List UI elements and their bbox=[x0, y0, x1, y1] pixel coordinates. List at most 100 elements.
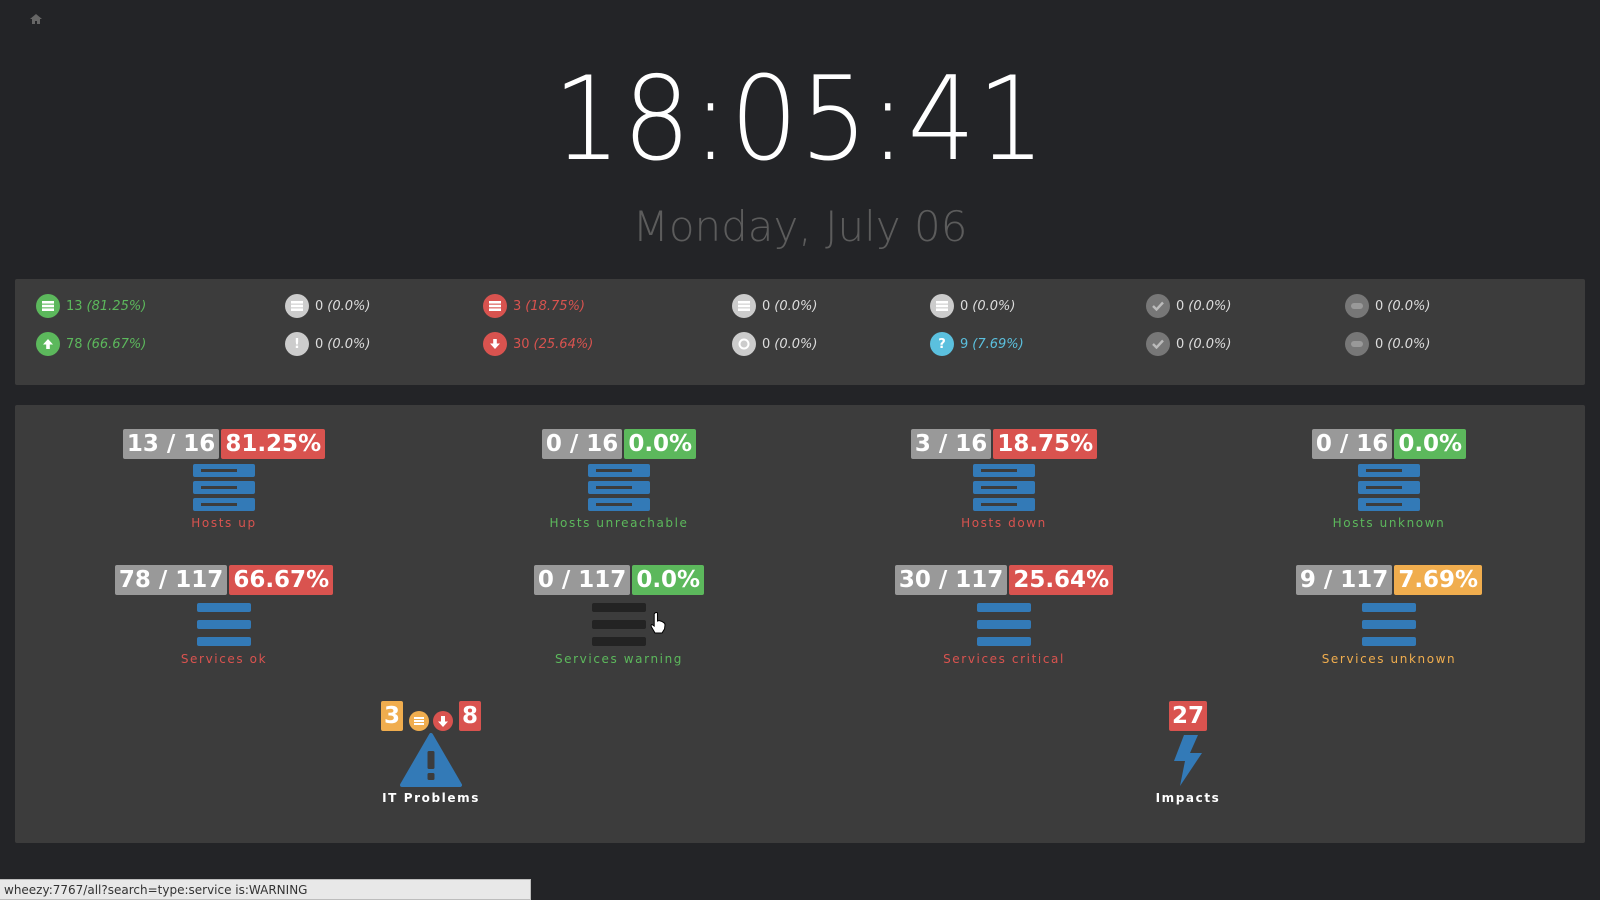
summary-pct: (0.0%) bbox=[1188, 298, 1232, 314]
summary-count: 9 bbox=[960, 336, 969, 352]
services-warning-pct-badge: 0.0% bbox=[632, 565, 705, 595]
summary-services-pending[interactable]: 0 (0.0%) bbox=[732, 331, 817, 357]
arrow-down-icon bbox=[433, 711, 453, 731]
summary-pct: (0.0%) bbox=[972, 298, 1016, 314]
tile-hosts-unreachable[interactable]: 0 / 16 0.0% Hosts unreachable bbox=[509, 429, 729, 530]
summary-services-warning[interactable]: ! 0 (0.0%) bbox=[285, 331, 370, 357]
it-problems-label: IT Problems bbox=[382, 791, 480, 805]
hosts-unknown-count-badge: 0 / 16 bbox=[1311, 429, 1393, 459]
server-icon bbox=[973, 464, 1035, 511]
hosts-unreachable-count-badge: 0 / 16 bbox=[541, 429, 623, 459]
home-icon[interactable] bbox=[29, 12, 43, 26]
summary-services-critical[interactable]: 30 (25.64%) bbox=[483, 331, 593, 357]
services-critical-label: Services critical bbox=[943, 652, 1065, 666]
summary-hosts-unreachable[interactable]: 0 (0.0%) bbox=[285, 293, 370, 319]
tile-hosts-down[interactable]: 3 / 16 18.75% Hosts down bbox=[894, 429, 1114, 530]
impacts-count-badge: 27 bbox=[1168, 701, 1207, 731]
summary-services-downtime[interactable]: 0 (0.0%) bbox=[1345, 331, 1430, 357]
list-icon bbox=[977, 603, 1031, 646]
arrow-down-icon bbox=[483, 332, 507, 356]
summary-services-ok[interactable]: 78 (66.67%) bbox=[36, 331, 146, 357]
check-icon bbox=[1146, 294, 1170, 318]
services-unknown-count-badge: 9 / 117 bbox=[1295, 565, 1393, 595]
summary-count: 0 bbox=[315, 298, 324, 314]
summary-pct: (18.75%) bbox=[525, 298, 585, 314]
hosts-unknown-pct-badge: 0.0% bbox=[1394, 429, 1467, 459]
list-icon bbox=[592, 603, 646, 646]
summary-count: 0 bbox=[960, 298, 969, 314]
clock-time: 18:05:41 bbox=[552, 52, 1048, 187]
summary-count: 0 bbox=[762, 298, 771, 314]
summary-hosts-downtime[interactable]: 0 (0.0%) bbox=[1345, 293, 1430, 319]
spinner-icon bbox=[732, 332, 756, 356]
services-unknown-pct-badge: 7.69% bbox=[1394, 565, 1483, 595]
summary-hosts-up[interactable]: 13 (81.25%) bbox=[36, 293, 146, 319]
check-icon bbox=[1146, 332, 1170, 356]
hosts-unknown-label: Hosts unknown bbox=[1332, 516, 1446, 530]
services-ok-pct-badge: 66.67% bbox=[229, 565, 334, 595]
hosts-up-pct-badge: 81.25% bbox=[221, 429, 326, 459]
tile-hosts-up[interactable]: 13 / 16 81.25% Hosts up bbox=[114, 429, 334, 530]
services-unknown-label: Services unknown bbox=[1321, 652, 1457, 666]
tile-it-problems[interactable]: 3 8 IT Problems bbox=[321, 701, 541, 805]
problems-host-badge: 3 bbox=[380, 701, 403, 731]
services-ok-count-badge: 78 / 117 bbox=[114, 565, 228, 595]
summary-pct: (0.0%) bbox=[327, 298, 371, 314]
list-icon bbox=[197, 603, 251, 646]
services-warning-count-badge: 0 / 117 bbox=[533, 565, 631, 595]
tile-impacts[interactable]: 27 Impacts bbox=[1078, 701, 1298, 805]
tile-hosts-unknown[interactable]: 0 / 16 0.0% Hosts unknown bbox=[1279, 429, 1499, 530]
main-panel: 13 / 16 81.25% Hosts up 0 / 16 0.0% Host… bbox=[15, 405, 1585, 843]
services-critical-count-badge: 30 / 117 bbox=[894, 565, 1008, 595]
hosts-down-count-badge: 3 / 16 bbox=[910, 429, 992, 459]
hosts-down-pct-badge: 18.75% bbox=[993, 429, 1098, 459]
summary-services-unknown[interactable]: ? 9 (7.69%) bbox=[930, 331, 1024, 357]
server-icon bbox=[193, 464, 255, 511]
warning-triangle-icon bbox=[400, 733, 462, 787]
tile-services-unknown[interactable]: 9 / 117 7.69% Services unknown bbox=[1279, 565, 1499, 666]
summary-services-ack[interactable]: 0 (0.0%) bbox=[1146, 331, 1231, 357]
summary-pct: (66.67%) bbox=[86, 336, 147, 352]
summary-pct: (0.0%) bbox=[1387, 336, 1431, 352]
summary-hosts-ack[interactable]: 0 (0.0%) bbox=[1146, 293, 1231, 319]
host-problem-icon bbox=[409, 711, 429, 731]
hosts-down-label: Hosts down bbox=[961, 516, 1047, 530]
summary-hosts-down[interactable]: 3 (18.75%) bbox=[483, 293, 585, 319]
tile-services-warning[interactable]: 0 / 117 0.0% Services warning bbox=[509, 565, 729, 666]
summary-count: 0 bbox=[1375, 336, 1384, 352]
summary-pct: (81.25%) bbox=[86, 298, 147, 314]
summary-count: 0 bbox=[1176, 298, 1185, 314]
hosts-unreachable-label: Hosts unreachable bbox=[549, 516, 689, 530]
summary-pct: (25.64%) bbox=[533, 336, 594, 352]
summary-panel: 13 (81.25%) 0 (0.0%) 3 (18.75%) 0 (0.0%)… bbox=[15, 279, 1585, 385]
arrow-up-icon bbox=[36, 332, 60, 356]
summary-pct: (0.0%) bbox=[1387, 298, 1431, 314]
host-down-icon bbox=[483, 294, 507, 318]
summary-pct: (7.69%) bbox=[972, 336, 1024, 352]
summary-hosts-unknown[interactable]: 0 (0.0%) bbox=[930, 293, 1015, 319]
services-warning-label: Services warning bbox=[554, 652, 684, 666]
host-unknown-icon bbox=[930, 294, 954, 318]
hosts-unreachable-pct-badge: 0.0% bbox=[624, 429, 697, 459]
list-icon bbox=[1362, 603, 1416, 646]
summary-count: 13 bbox=[66, 298, 83, 314]
hosts-up-label: Hosts up bbox=[191, 516, 257, 530]
server-icon bbox=[1358, 464, 1420, 511]
host-up-icon bbox=[36, 294, 60, 318]
tile-services-critical[interactable]: 30 / 117 25.64% Services critical bbox=[894, 565, 1114, 666]
problems-service-badge: 8 bbox=[459, 701, 482, 731]
summary-count: 0 bbox=[1176, 336, 1185, 352]
summary-count: 0 bbox=[1375, 298, 1384, 314]
summary-pct: (0.0%) bbox=[774, 336, 818, 352]
tile-services-ok[interactable]: 78 / 117 66.67% Services ok bbox=[114, 565, 334, 666]
summary-count: 0 bbox=[315, 336, 324, 352]
summary-pct: (0.0%) bbox=[1188, 336, 1232, 352]
server-icon bbox=[588, 464, 650, 511]
hosts-up-count-badge: 13 / 16 bbox=[122, 429, 220, 459]
summary-count: 0 bbox=[762, 336, 771, 352]
services-ok-label: Services ok bbox=[180, 652, 268, 666]
summary-hosts-pending[interactable]: 0 (0.0%) bbox=[732, 293, 817, 319]
summary-count: 30 bbox=[513, 336, 530, 352]
host-unreachable-icon bbox=[285, 294, 309, 318]
summary-count: 3 bbox=[513, 298, 522, 314]
